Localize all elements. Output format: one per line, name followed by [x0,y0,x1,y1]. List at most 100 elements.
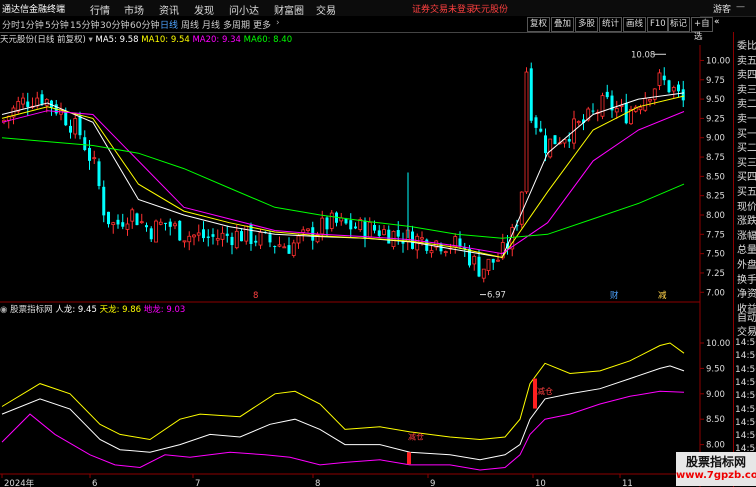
candle-body-up [21,97,25,105]
panel-tab[interactable]: 自动 [737,309,756,324]
more-chevron-icon[interactable]: › [276,18,280,28]
indicator-switch-icon[interactable]: ◉ [0,305,7,315]
candle-body-up [215,238,220,241]
x-axis: 2024年 6 7 8 9 10 11 [0,473,700,487]
menu-item-market[interactable]: 市场 [124,2,144,17]
add-watchlist-button[interactable]: +自选 [691,17,713,42]
statistics-button[interactable]: 统计 [599,17,623,32]
ma60-value: 8.40 [273,35,293,45]
y-tick-label: 8.25 [706,192,725,202]
candle-body-up [486,258,491,271]
tab-more[interactable]: 更多 [253,18,271,31]
reduce-position-label: 减仓 [537,386,553,396]
candle-body-down [88,147,91,161]
candle-body-up [220,232,225,240]
candle-body-down [40,94,44,104]
candle-body-down [591,110,595,112]
adjust-button[interactable]: 复权 [527,17,551,32]
candle-body-down [230,236,234,246]
price-chart-area[interactable]: 10.00 9.75 9.50 9.25 9.00 8.75 8.50 8.25 8.00 7.7… [0,45,733,487]
candle-body-down [539,128,543,132]
y-tick-label: 8.75 [706,153,725,163]
indicator-title[interactable]: 股票指标网 [10,305,53,315]
quote-field-label: 卖四 [737,70,756,82]
candle-body-up [234,230,239,249]
y-tick-label: 9.00 [706,134,725,144]
tab-weekly[interactable]: 周线 [181,18,199,31]
candle-body-down [344,218,348,224]
candle-body-up [671,87,676,92]
toolbar-toggle-icon[interactable]: « [714,17,720,27]
chevron-down-icon[interactable]: ▾ [89,35,93,45]
tab-multi-period[interactable]: 多周期 [223,18,250,31]
candle-body-down [83,137,87,150]
tab-15min[interactable]: 15分钟 [70,18,99,31]
candle-body-up [277,244,282,247]
f10-button[interactable]: F10 [647,17,669,32]
menu-item-wealth[interactable]: 财富圈 [274,2,304,17]
menu-item-quotes[interactable]: 行情 [90,2,110,17]
high-price-label: 10.08 [631,50,655,60]
candle-body-down [145,225,148,228]
candle-body-up [648,98,652,102]
quote-field-label: 外盘 [737,260,756,271]
quote-field-label: 净资 [737,289,756,301]
tab-monthly[interactable]: 月线 [202,18,220,31]
moving-average-lines [1,92,685,259]
menu-item-discover[interactable]: 发现 [194,2,214,17]
candle-body-down [268,234,272,243]
candle-body-up [524,71,529,193]
minimize-icon[interactable]: — [736,2,745,12]
menu-item-news[interactable]: 资讯 [159,2,179,17]
multi-stock-button[interactable]: 多股 [575,17,599,32]
tab-30min[interactable]: 30分钟 [100,18,129,31]
tab-1min[interactable]: 1分钟 [20,18,44,31]
quote-field-label: 涨跌 [737,216,756,228]
tianlong-value: 9.86 [122,305,142,315]
candle-body-down [240,231,243,242]
tab-5min[interactable]: 5分钟 [45,18,69,31]
tab-60min[interactable]: 60分钟 [130,18,159,31]
reduce-position-label: 减仓 [408,432,424,442]
candle-body-down [164,222,167,224]
candle-body-down [287,245,291,254]
mark-button[interactable]: 标记 [667,17,691,32]
quote-field-label: 买二 [737,143,756,155]
menu-item-ask[interactable]: 问小达 [229,2,259,17]
candle-body-down [681,89,685,101]
signal-bar [407,452,411,465]
candle-body-up [258,232,263,246]
overlay-button[interactable]: 叠加 [551,17,575,32]
indicator-lines [1,342,685,471]
candle-body-down [102,186,106,216]
candle-body-down [662,75,666,81]
candle-body-up [173,223,177,227]
period-toolbar: 分时 1分钟 5分钟 15分钟 30分钟 60分钟 日线 周线 月线 多周期 更… [0,16,713,42]
trade-time: 14:56 [735,377,756,388]
tab-intraday[interactable]: 分时 [2,18,20,31]
candle-body-down [225,233,229,236]
watermark-url: www.7gpzb.com [676,470,756,481]
ma20-value: 9.34 [222,35,241,45]
candle-body-up [429,250,434,254]
draw-line-button[interactable]: 画线 [623,17,647,32]
candle-body-down [168,221,172,227]
tianlong-line [1,342,685,441]
trade-time: 14:56 [735,364,756,375]
login-status[interactable]: 证券交易未登录 [412,2,475,15]
candle-body-down [97,161,101,187]
x-tick-label: 7 [195,479,200,487]
guest-label[interactable]: 游客 [713,2,731,15]
candle-body-up [154,220,158,243]
ma10-label: MA10: [141,35,169,45]
candle-body-up [496,259,500,262]
renlong-label: 人龙: [55,305,76,315]
quote-field-label: 换手 [737,274,756,286]
event-marker: 8 [253,291,258,301]
low-price-label: 6.97 [487,291,506,301]
dilong-label: 地龙: [143,305,164,315]
tab-daily[interactable]: 日线 [160,18,178,31]
menu-item-trade[interactable]: 交易 [316,2,336,17]
panel-tab[interactable]: 交易 [737,323,756,338]
candle-body-up [35,97,40,107]
